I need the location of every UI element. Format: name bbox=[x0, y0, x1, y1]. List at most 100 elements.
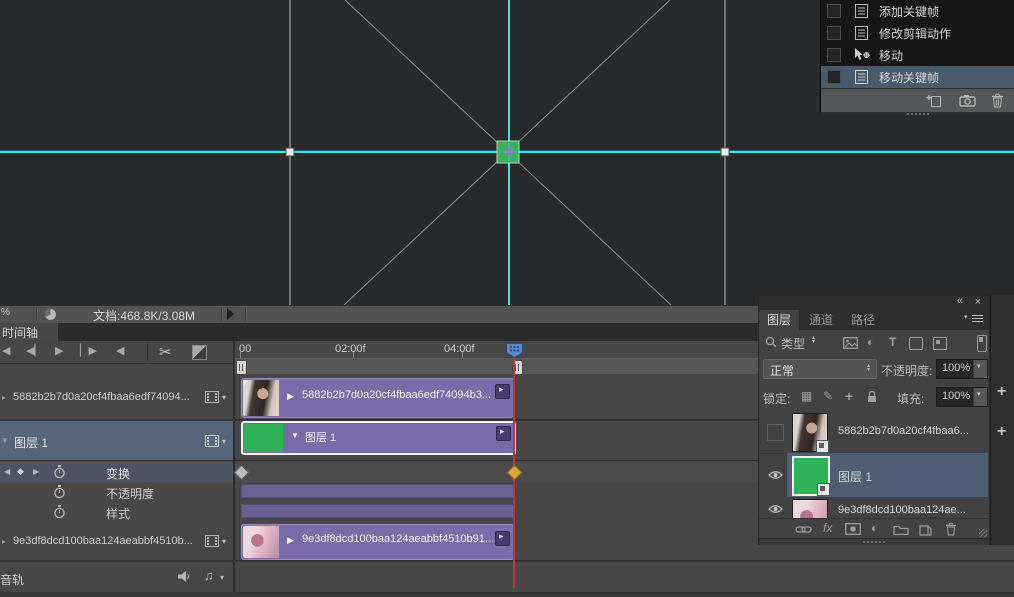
clip-video1[interactable]: ▶ 5882b2b7d0a20cf4fbaa6edf74094b3... ▸ bbox=[241, 378, 514, 418]
lock-transparency-icon[interactable]: ▦ bbox=[801, 389, 812, 403]
go-to-first-frame-button[interactable]: ◀ bbox=[2, 344, 10, 357]
filter-pixel-layers-icon[interactable] bbox=[843, 337, 858, 349]
disclosure-triangle-icon[interactable]: ▸ bbox=[2, 393, 6, 402]
tab-paths[interactable]: 路径 bbox=[843, 310, 883, 330]
delete-trash-icon[interactable] bbox=[991, 93, 1004, 108]
delete-layer-trash-icon[interactable] bbox=[945, 522, 957, 536]
filter-type-updown-icon[interactable]: ▲▼ bbox=[811, 336, 816, 344]
transform-right-handle[interactable] bbox=[721, 148, 729, 156]
blend-mode-select[interactable]: 正常 ▲▼ bbox=[763, 359, 877, 379]
visibility-toggle-empty[interactable] bbox=[767, 424, 784, 441]
visibility-eye-icon[interactable] bbox=[768, 470, 783, 480]
track-options-dropdown-icon[interactable]: ▾ bbox=[222, 537, 226, 546]
transform-left-handle[interactable] bbox=[286, 148, 294, 156]
layer-thumbnail-green[interactable] bbox=[792, 456, 830, 496]
filter-smart-objects-icon[interactable] bbox=[933, 337, 947, 350]
lock-position-move-icon[interactable]: + bbox=[845, 388, 853, 404]
layer-style-fx-icon[interactable]: fx bbox=[823, 521, 832, 535]
property-row-transform[interactable]: ◀ ◆ ▶ 变换 bbox=[0, 462, 233, 483]
opacity-property-band[interactable] bbox=[241, 484, 514, 498]
filmstrip-icon[interactable] bbox=[205, 391, 219, 403]
new-document-from-state-icon[interactable] bbox=[926, 94, 942, 108]
next-keyframe-icon[interactable]: ▶ bbox=[33, 467, 39, 476]
fill-dropdown-button[interactable]: ▾ bbox=[973, 388, 987, 406]
layer-thumbnail[interactable] bbox=[792, 413, 828, 452]
audio-options-music-icon[interactable]: ♫ bbox=[204, 568, 214, 583]
split-at-playhead-scissors-button[interactable]: ✂ bbox=[159, 343, 172, 361]
status-options-arrow[interactable] bbox=[227, 308, 234, 320]
layer-thumbnail[interactable] bbox=[792, 499, 828, 518]
tab-channels[interactable]: 通道 bbox=[801, 310, 841, 330]
tab-layers[interactable]: 图层 bbox=[759, 310, 799, 330]
dock-add-button[interactable]: + bbox=[997, 383, 1006, 401]
track-header-video1[interactable]: ▸ 5882b2b7d0a20cf4fbaa6edf74094... ▾ bbox=[0, 374, 233, 420]
track-header-video2[interactable]: ▸ 9e3df8dcd100baa124aeabbf4510b... ▾ bbox=[0, 522, 233, 561]
stopwatch-icon[interactable] bbox=[53, 465, 66, 479]
panel-menu-icon[interactable]: ▾ bbox=[972, 315, 983, 322]
add-layer-mask-icon[interactable] bbox=[845, 523, 861, 535]
filter-adjustment-layers-icon[interactable]: ◐ bbox=[867, 335, 874, 349]
property-row-opacity[interactable]: 不透明度 bbox=[0, 482, 233, 503]
clip-side-button[interactable]: ▸ bbox=[495, 384, 510, 399]
clip-side-button[interactable]: ▸ bbox=[495, 531, 510, 546]
new-snapshot-camera-icon[interactable] bbox=[959, 94, 976, 107]
layer-row-clipped[interactable]: 9e3df8dcd100baa124ae... bbox=[760, 497, 988, 518]
disclosure-triangle-icon[interactable]: ▼ bbox=[1, 436, 9, 445]
layer-name[interactable]: 图层 1 bbox=[838, 468, 978, 485]
filmstrip-icon[interactable] bbox=[205, 435, 219, 447]
filter-toggle-switch[interactable] bbox=[977, 335, 987, 352]
track-options-dropdown-icon[interactable]: ▾ bbox=[222, 437, 226, 446]
disclosure-triangle-icon[interactable]: ▸ bbox=[2, 537, 6, 546]
stopwatch-icon[interactable] bbox=[53, 505, 66, 519]
history-state-row[interactable]: 添加关键帧 bbox=[821, 0, 1014, 23]
property-row-style[interactable]: 样式 bbox=[0, 502, 233, 523]
opacity-value-field[interactable]: 100% ▾ bbox=[936, 359, 988, 379]
clip-disclosure-icon[interactable]: ▼ bbox=[291, 431, 299, 440]
track-header-audio[interactable]: 音轨 ♫ ▾ bbox=[0, 562, 233, 593]
playhead-head[interactable] bbox=[505, 342, 524, 358]
track-name[interactable]: 9e3df8dcd100baa124aeabbf4510b... bbox=[13, 535, 198, 547]
tab-timeline[interactable]: 时间轴 bbox=[0, 322, 58, 341]
lock-all-padlock-icon[interactable] bbox=[867, 390, 877, 403]
previous-keyframe-icon[interactable]: ◀ bbox=[4, 467, 10, 476]
collapse-panel-icon[interactable]: « bbox=[957, 295, 963, 307]
lock-pixels-brush-icon[interactable]: ✎ bbox=[823, 389, 833, 403]
work-area-start-handle[interactable] bbox=[236, 360, 247, 375]
history-brush-source-checkbox[interactable] bbox=[827, 48, 841, 62]
stopwatch-icon[interactable] bbox=[53, 485, 66, 499]
panel-resize-grip[interactable] bbox=[979, 529, 987, 537]
track-name[interactable]: 5882b2b7d0a20cf4fbaa6edf74094... bbox=[13, 391, 198, 403]
history-brush-source-checkbox[interactable] bbox=[827, 4, 841, 18]
layer-row-selected[interactable]: 图层 1 bbox=[760, 453, 988, 497]
dock-add-button[interactable]: + bbox=[997, 423, 1006, 441]
layers-panel-resize-edge[interactable] bbox=[759, 538, 989, 545]
history-state-row[interactable]: 修改剪辑动作 bbox=[821, 22, 1014, 45]
transition-button[interactable] bbox=[192, 345, 207, 360]
layer-name[interactable]: 5882b2b7d0a20cf4fbaa6... bbox=[838, 425, 978, 437]
opacity-dropdown-button[interactable]: ▾ bbox=[973, 360, 987, 378]
next-frame-button[interactable]: ▏▶ bbox=[80, 344, 97, 357]
new-adjustment-layer-icon[interactable]: ◐ bbox=[871, 521, 878, 535]
close-panel-icon[interactable]: × bbox=[975, 296, 981, 308]
filmstrip-icon[interactable] bbox=[205, 535, 219, 547]
clip-layer1-selected[interactable]: ▼ 图层 1 ▸ bbox=[241, 421, 516, 455]
previous-frame-button[interactable]: ◀▏ bbox=[26, 344, 43, 357]
track-name[interactable]: 图层 1 bbox=[14, 434, 194, 451]
layer-row[interactable]: 5882b2b7d0a20cf4fbaa6... bbox=[760, 411, 988, 454]
history-state-row[interactable]: 移动 bbox=[821, 44, 1014, 67]
clip-video2[interactable]: ▶ 9e3df8dcd100baa124aeabbf4510b91... ▸ bbox=[241, 524, 514, 560]
filter-type-label[interactable]: 类型 bbox=[781, 335, 805, 352]
clip-side-button[interactable]: ▸ bbox=[496, 426, 511, 441]
new-layer-icon[interactable] bbox=[919, 523, 933, 536]
clip-disclosure-icon[interactable]: ▶ bbox=[287, 535, 294, 546]
fill-value-field[interactable]: 100% ▾ bbox=[936, 387, 988, 407]
audio-options-dropdown-icon[interactable]: ▾ bbox=[220, 573, 224, 582]
new-group-folder-icon[interactable] bbox=[893, 524, 909, 535]
history-brush-source-checkbox[interactable] bbox=[827, 70, 841, 84]
speaker-icon[interactable] bbox=[178, 571, 191, 582]
filter-shape-layers-icon[interactable] bbox=[909, 337, 923, 350]
filter-type-layers-icon[interactable]: T bbox=[889, 335, 896, 349]
history-panel-resize-edge[interactable] bbox=[821, 112, 1014, 115]
link-layers-chain-icon[interactable] bbox=[795, 525, 812, 534]
mute-audio-button[interactable]: ◀ bbox=[116, 344, 124, 357]
